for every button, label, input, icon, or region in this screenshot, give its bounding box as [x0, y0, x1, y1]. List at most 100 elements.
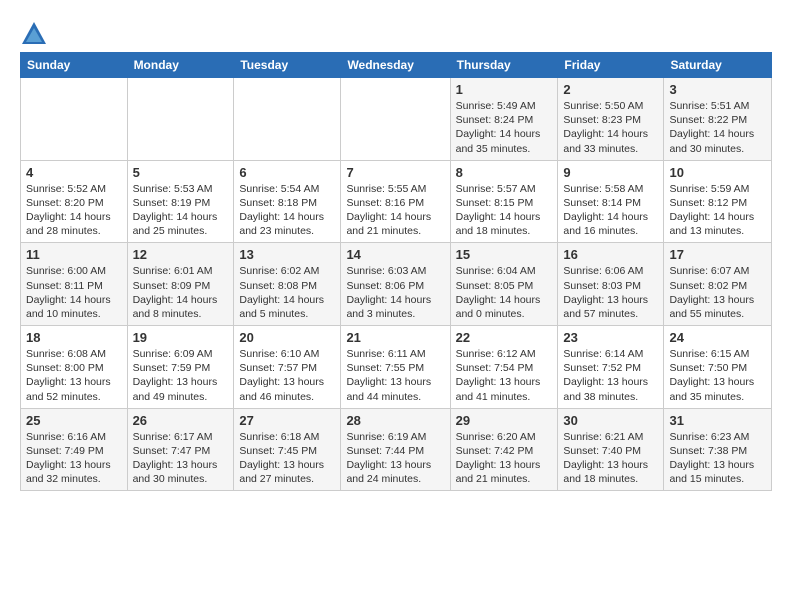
week-row-1: 1 Sunrise: 5:49 AM Sunset: 8:24 PM Daylig… [21, 78, 772, 161]
calendar-cell: 8 Sunrise: 5:57 AM Sunset: 8:15 PM Daylig… [450, 160, 558, 243]
day-number: 2 [563, 82, 658, 97]
logo [20, 20, 52, 48]
weekday-header-sunday: Sunday [21, 53, 128, 78]
cell-content: Sunrise: 6:23 AM Sunset: 7:38 PM Dayligh… [669, 430, 766, 487]
day-number: 12 [133, 247, 229, 262]
day-number: 5 [133, 165, 229, 180]
cell-content: Sunrise: 6:16 AM Sunset: 7:49 PM Dayligh… [26, 430, 122, 487]
calendar-table: SundayMondayTuesdayWednesdayThursdayFrid… [20, 52, 772, 491]
calendar-cell: 6 Sunrise: 5:54 AM Sunset: 8:18 PM Daylig… [234, 160, 341, 243]
calendar-cell: 29 Sunrise: 6:20 AM Sunset: 7:42 PM Dayli… [450, 408, 558, 491]
logo-icon [20, 20, 48, 48]
day-number: 29 [456, 413, 553, 428]
calendar-cell: 26Sunrise: 6:17 AM Sunset: 7:47 PM Dayli… [127, 408, 234, 491]
week-row-3: 11 Sunrise: 6:00 AM Sunset: 8:11 PM Dayli… [21, 243, 772, 326]
day-number: 13 [239, 247, 335, 262]
day-number: 20 [239, 330, 335, 345]
calendar-cell: 3 Sunrise: 5:51 AM Sunset: 8:22 PM Daylig… [664, 78, 772, 161]
cell-content: Sunrise: 6:00 AM Sunset: 8:11 PM Dayligh… [26, 264, 122, 321]
day-number: 8 [456, 165, 553, 180]
day-number: 3 [669, 82, 766, 97]
calendar-cell: 21 Sunrise: 6:11 AM Sunset: 7:55 PM Dayli… [341, 326, 450, 409]
weekday-header-tuesday: Tuesday [234, 53, 341, 78]
calendar-cell: 25 Sunrise: 6:16 AM Sunset: 7:49 PM Dayli… [21, 408, 128, 491]
cell-content: Sunrise: 6:02 AM Sunset: 8:08 PM Dayligh… [239, 264, 335, 321]
cell-content: Sunrise: 6:09 AM Sunset: 7:59 PM Dayligh… [133, 347, 229, 404]
day-number: 23 [563, 330, 658, 345]
day-number: 30 [563, 413, 658, 428]
cell-content: Sunrise: 5:50 AM Sunset: 8:23 PM Dayligh… [563, 99, 658, 156]
day-number: 4 [26, 165, 122, 180]
calendar-cell: 20 Sunrise: 6:10 AM Sunset: 7:57 PM Dayli… [234, 326, 341, 409]
day-number: 18 [26, 330, 122, 345]
calendar-cell: 30 Sunrise: 6:21 AM Sunset: 7:40 PM Dayli… [558, 408, 664, 491]
cell-content: Sunrise: 5:51 AM Sunset: 8:22 PM Dayligh… [669, 99, 766, 156]
calendar-cell: 13 Sunrise: 6:02 AM Sunset: 8:08 PM Dayli… [234, 243, 341, 326]
cell-content: Sunrise: 6:14 AM Sunset: 7:52 PM Dayligh… [563, 347, 658, 404]
day-number: 1 [456, 82, 553, 97]
cell-content: Sunrise: 5:52 AM Sunset: 8:20 PM Dayligh… [26, 182, 122, 239]
day-number: 15 [456, 247, 553, 262]
calendar-cell [341, 78, 450, 161]
calendar-cell: 10Sunrise: 5:59 AM Sunset: 8:12 PM Dayli… [664, 160, 772, 243]
week-row-4: 18Sunrise: 6:08 AM Sunset: 8:00 PM Dayli… [21, 326, 772, 409]
calendar-cell: 23 Sunrise: 6:14 AM Sunset: 7:52 PM Dayli… [558, 326, 664, 409]
day-number: 6 [239, 165, 335, 180]
day-number: 10 [669, 165, 766, 180]
weekday-header-wednesday: Wednesday [341, 53, 450, 78]
cell-content: Sunrise: 5:57 AM Sunset: 8:15 PM Dayligh… [456, 182, 553, 239]
day-number: 24 [669, 330, 766, 345]
day-number: 19 [133, 330, 229, 345]
weekday-header-monday: Monday [127, 53, 234, 78]
day-number: 14 [346, 247, 444, 262]
cell-content: Sunrise: 5:58 AM Sunset: 8:14 PM Dayligh… [563, 182, 658, 239]
calendar-cell: 31 Sunrise: 6:23 AM Sunset: 7:38 PM Dayli… [664, 408, 772, 491]
cell-content: Sunrise: 6:19 AM Sunset: 7:44 PM Dayligh… [346, 430, 444, 487]
day-number: 21 [346, 330, 444, 345]
calendar-cell: 11 Sunrise: 6:00 AM Sunset: 8:11 PM Dayli… [21, 243, 128, 326]
cell-content: Sunrise: 6:10 AM Sunset: 7:57 PM Dayligh… [239, 347, 335, 404]
day-number: 31 [669, 413, 766, 428]
calendar-cell: 17Sunrise: 6:07 AM Sunset: 8:02 PM Dayli… [664, 243, 772, 326]
calendar-cell [234, 78, 341, 161]
cell-content: Sunrise: 6:18 AM Sunset: 7:45 PM Dayligh… [239, 430, 335, 487]
cell-content: Sunrise: 6:20 AM Sunset: 7:42 PM Dayligh… [456, 430, 553, 487]
calendar-cell: 22Sunrise: 6:12 AM Sunset: 7:54 PM Dayli… [450, 326, 558, 409]
day-number: 25 [26, 413, 122, 428]
calendar-cell: 2 Sunrise: 5:50 AM Sunset: 8:23 PM Daylig… [558, 78, 664, 161]
cell-content: Sunrise: 6:07 AM Sunset: 8:02 PM Dayligh… [669, 264, 766, 321]
cell-content: Sunrise: 6:06 AM Sunset: 8:03 PM Dayligh… [563, 264, 658, 321]
day-number: 16 [563, 247, 658, 262]
cell-content: Sunrise: 6:11 AM Sunset: 7:55 PM Dayligh… [346, 347, 444, 404]
calendar-cell: 4 Sunrise: 5:52 AM Sunset: 8:20 PM Daylig… [21, 160, 128, 243]
calendar-cell: 18Sunrise: 6:08 AM Sunset: 8:00 PM Dayli… [21, 326, 128, 409]
cell-content: Sunrise: 5:49 AM Sunset: 8:24 PM Dayligh… [456, 99, 553, 156]
weekday-header-row: SundayMondayTuesdayWednesdayThursdayFrid… [21, 53, 772, 78]
calendar-cell: 16 Sunrise: 6:06 AM Sunset: 8:03 PM Dayli… [558, 243, 664, 326]
calendar-cell: 1 Sunrise: 5:49 AM Sunset: 8:24 PM Daylig… [450, 78, 558, 161]
weekday-header-saturday: Saturday [664, 53, 772, 78]
day-number: 28 [346, 413, 444, 428]
day-number: 27 [239, 413, 335, 428]
calendar-cell [127, 78, 234, 161]
header [20, 16, 772, 48]
calendar-cell: 28 Sunrise: 6:19 AM Sunset: 7:44 PM Dayli… [341, 408, 450, 491]
calendar-cell: 9 Sunrise: 5:58 AM Sunset: 8:14 PM Daylig… [558, 160, 664, 243]
weekday-header-thursday: Thursday [450, 53, 558, 78]
cell-content: Sunrise: 6:01 AM Sunset: 8:09 PM Dayligh… [133, 264, 229, 321]
day-number: 9 [563, 165, 658, 180]
cell-content: Sunrise: 6:04 AM Sunset: 8:05 PM Dayligh… [456, 264, 553, 321]
calendar-cell: 7 Sunrise: 5:55 AM Sunset: 8:16 PM Daylig… [341, 160, 450, 243]
day-number: 7 [346, 165, 444, 180]
day-number: 26 [133, 413, 229, 428]
week-row-5: 25 Sunrise: 6:16 AM Sunset: 7:49 PM Dayli… [21, 408, 772, 491]
cell-content: Sunrise: 5:55 AM Sunset: 8:16 PM Dayligh… [346, 182, 444, 239]
day-number: 11 [26, 247, 122, 262]
calendar-cell: 14 Sunrise: 6:03 AM Sunset: 8:06 PM Dayli… [341, 243, 450, 326]
cell-content: Sunrise: 6:15 AM Sunset: 7:50 PM Dayligh… [669, 347, 766, 404]
cell-content: Sunrise: 5:53 AM Sunset: 8:19 PM Dayligh… [133, 182, 229, 239]
cell-content: Sunrise: 5:54 AM Sunset: 8:18 PM Dayligh… [239, 182, 335, 239]
cell-content: Sunrise: 6:21 AM Sunset: 7:40 PM Dayligh… [563, 430, 658, 487]
cell-content: Sunrise: 6:03 AM Sunset: 8:06 PM Dayligh… [346, 264, 444, 321]
day-number: 22 [456, 330, 553, 345]
